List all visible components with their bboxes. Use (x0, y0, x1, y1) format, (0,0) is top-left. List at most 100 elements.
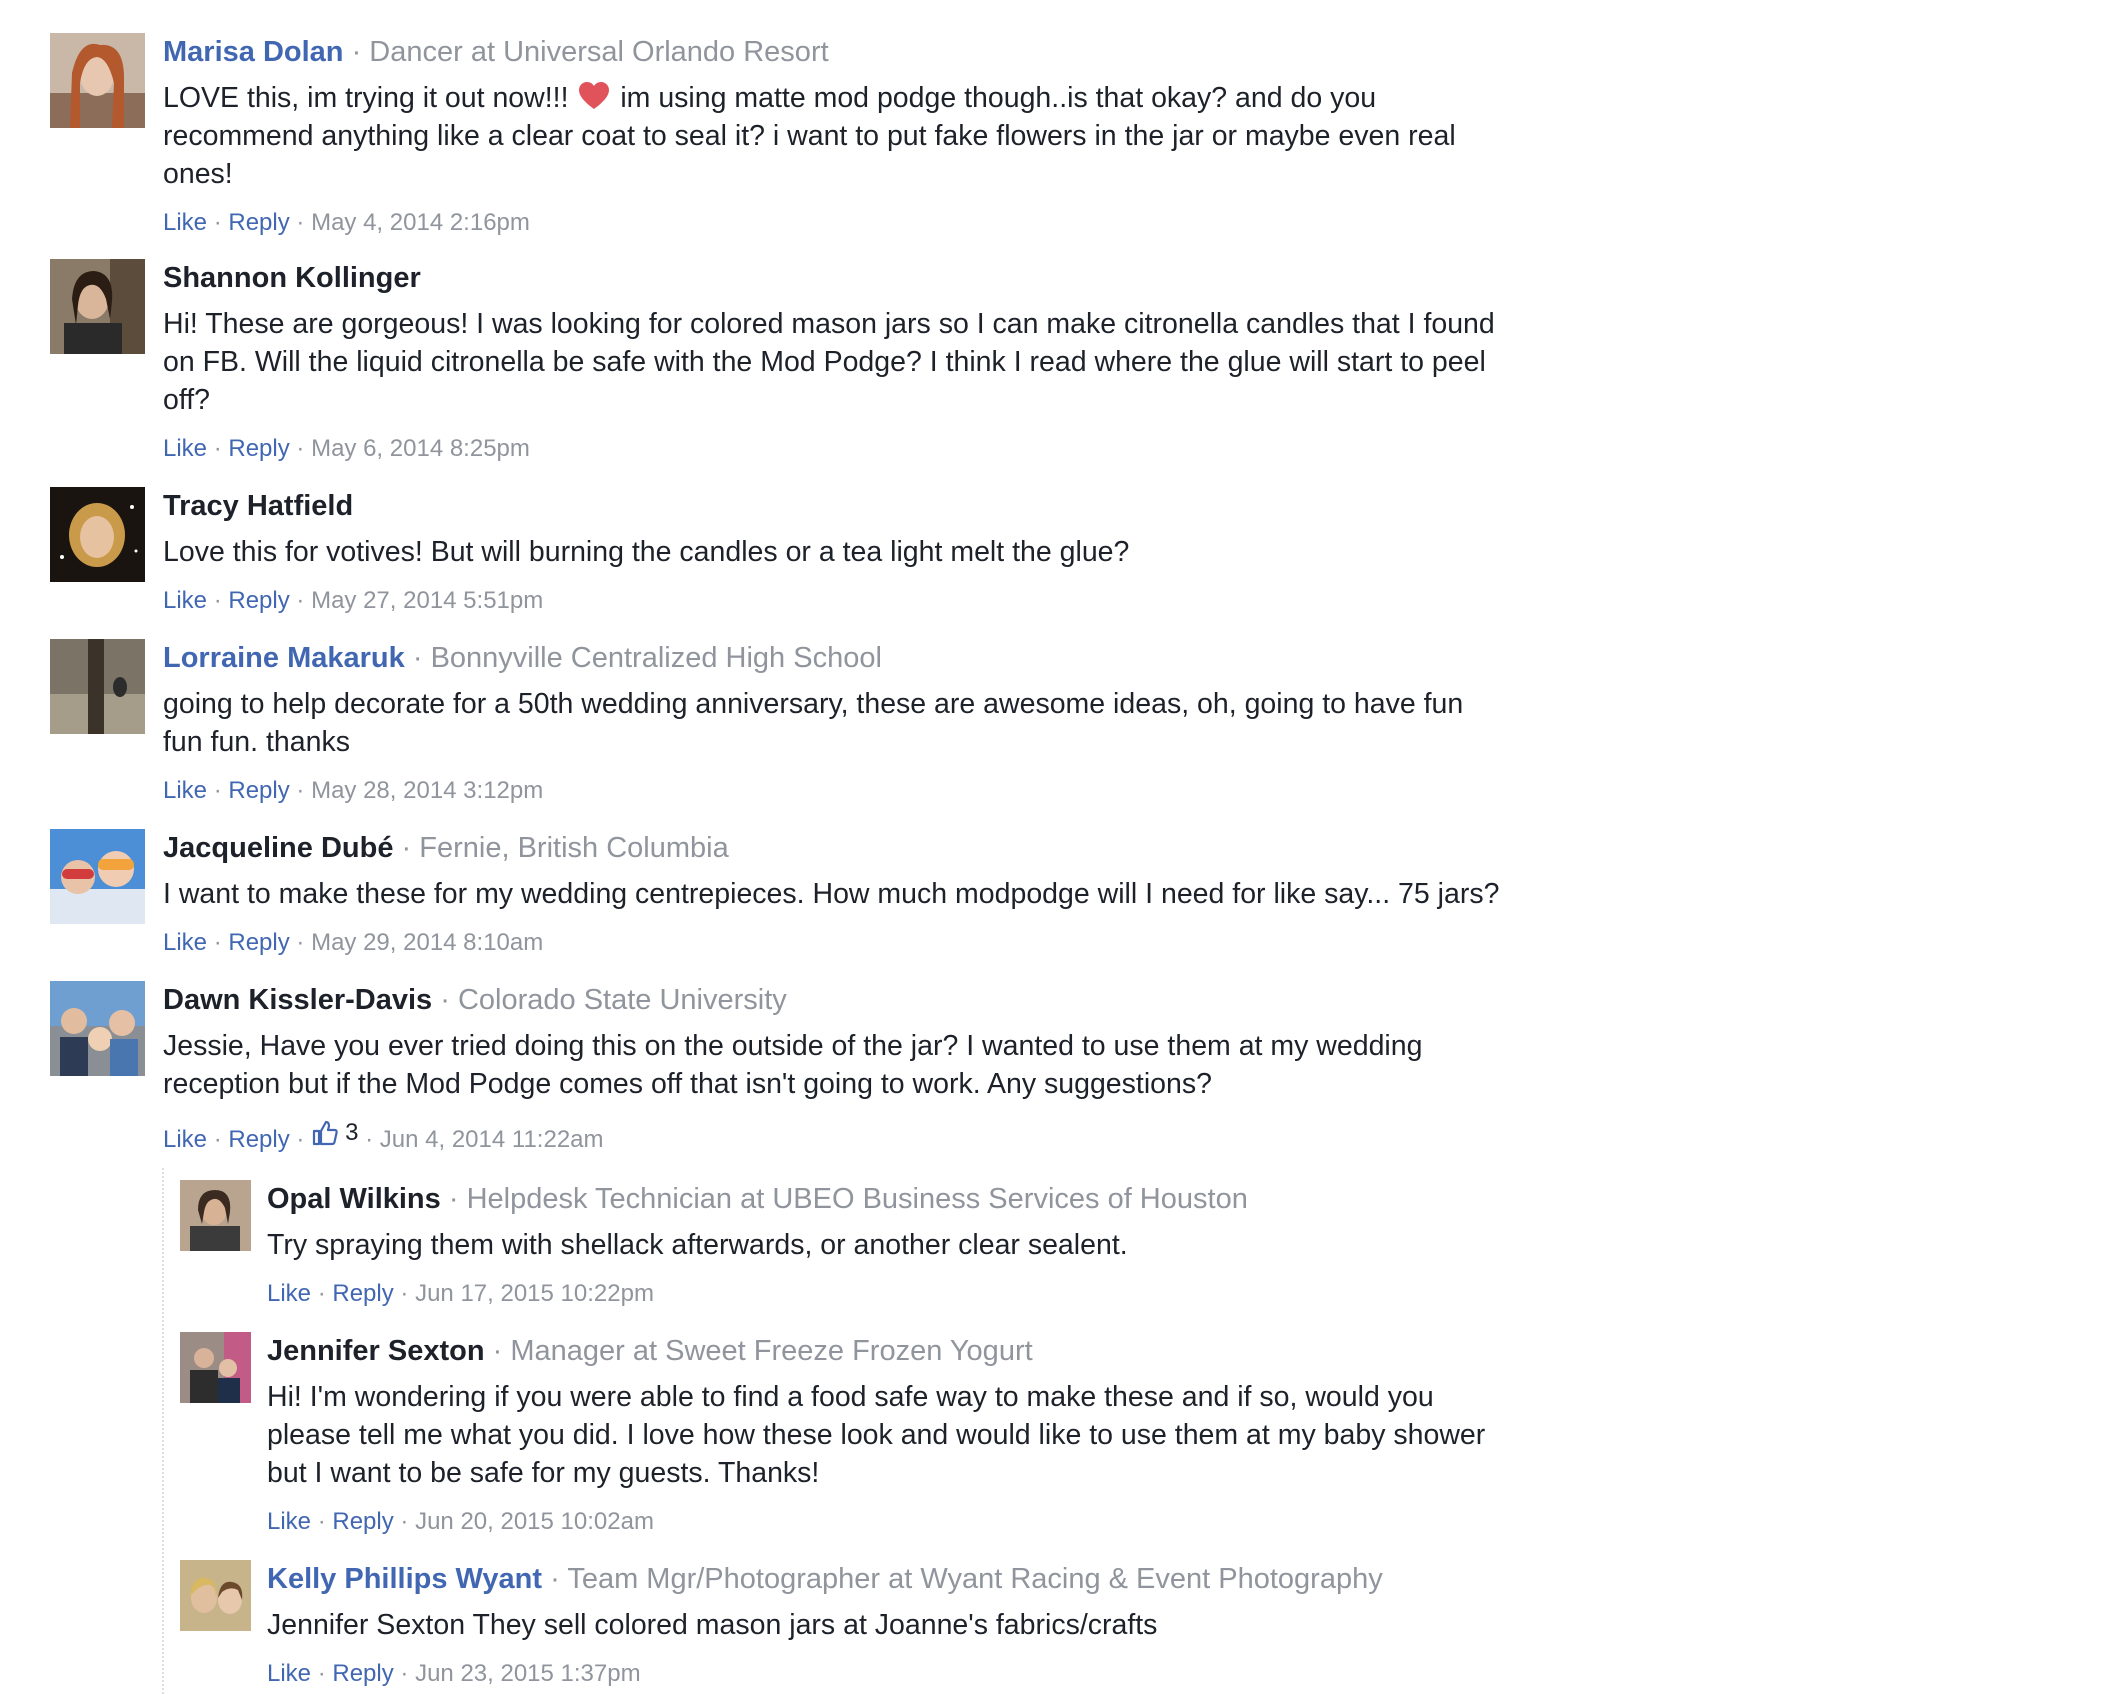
separator: · (317, 1280, 326, 1307)
avatar[interactable] (50, 639, 145, 734)
separator: · (296, 587, 305, 614)
commenter-name[interactable]: Opal Wilkins (267, 1183, 441, 1215)
comment-feed: Marisa Dolan · Dancer at Universal Orlan… (0, 0, 2108, 1694)
separator: · (213, 587, 222, 614)
avatar[interactable] (50, 33, 145, 128)
commenter-name[interactable]: Jacqueline Dubé (163, 832, 393, 864)
reply-button[interactable]: Reply (332, 1660, 393, 1687)
comment-actions: Like · Reply · May 28, 2014 3:12pm (163, 776, 1503, 806)
reply-button[interactable]: Reply (228, 209, 289, 236)
separator: · (296, 1126, 305, 1153)
timestamp[interactable]: May 29, 2014 8:10am (311, 929, 543, 956)
commenter-name[interactable]: Dawn Kissler-Davis (163, 984, 432, 1016)
commenter-name[interactable]: Jennifer Sexton (267, 1335, 485, 1367)
like-button[interactable]: Like (163, 587, 207, 614)
like-button[interactable]: Like (267, 1508, 311, 1535)
separator: · (213, 929, 222, 956)
separator: · (492, 1335, 503, 1367)
comment-actions: Like · Reply · Jun 20, 2015 10:02am (267, 1507, 1517, 1537)
separator: · (401, 832, 412, 864)
separator: · (213, 1126, 222, 1153)
separator: · (213, 777, 222, 804)
separator: · (400, 1508, 409, 1535)
thumbs-up-icon (312, 1120, 338, 1146)
commenter-name[interactable]: Lorraine Makaruk (163, 642, 405, 674)
timestamp[interactable]: Jun 4, 2014 11:22am (380, 1126, 604, 1153)
reply-button[interactable]: Reply (228, 587, 289, 614)
timestamp[interactable]: May 28, 2014 3:12pm (311, 777, 543, 804)
reply-thread-line (162, 1168, 164, 1694)
reply-button[interactable]: Reply (228, 929, 289, 956)
separator: · (296, 435, 305, 462)
like-button[interactable]: Like (267, 1280, 311, 1307)
comment-text-part: LOVE this, im trying it out now!!! (163, 82, 569, 114)
separator: · (317, 1508, 326, 1535)
commenter-subtitle: Helpdesk Technician at UBEO Business Ser… (466, 1183, 1248, 1215)
reply-button[interactable]: Reply (228, 1126, 289, 1153)
avatar[interactable] (50, 981, 145, 1076)
comment-actions: Like · Reply · May 6, 2014 8:25pm (163, 434, 1503, 464)
avatar[interactable] (180, 1332, 251, 1403)
separator: · (296, 209, 305, 236)
separator: · (448, 1183, 459, 1215)
like-button[interactable]: Like (163, 209, 207, 236)
timestamp[interactable]: May 6, 2014 8:25pm (311, 435, 530, 462)
timestamp[interactable]: Jun 17, 2015 10:22pm (415, 1280, 654, 1307)
comment-text: Hi! These are gorgeous! I was looking fo… (163, 308, 1495, 416)
comment-text: Try spraying them with shellack afterwar… (267, 1229, 1128, 1261)
timestamp[interactable]: May 4, 2014 2:16pm (311, 209, 530, 236)
comment-text: Jessie, Have you ever tried doing this o… (163, 1030, 1423, 1100)
comment-actions: Like · Reply · 3 · Jun 4, 2014 11:22am (163, 1118, 1503, 1155)
separator: · (351, 36, 362, 68)
timestamp[interactable]: Jun 20, 2015 10:02am (415, 1508, 654, 1535)
like-button[interactable]: Like (163, 929, 207, 956)
comment-actions: Like · Reply · May 29, 2014 8:10am (163, 928, 1563, 958)
reply-button[interactable]: Reply (332, 1280, 393, 1307)
comment-text: I want to make these for my wedding cent… (163, 878, 1500, 910)
like-button[interactable]: Like (163, 435, 207, 462)
separator: · (365, 1126, 374, 1153)
separator: · (296, 777, 305, 804)
commenter-name[interactable]: Kelly Phillips Wyant (267, 1563, 542, 1595)
comment-text: going to help decorate for a 50th weddin… (163, 688, 1464, 758)
timestamp[interactable]: May 27, 2014 5:51pm (311, 587, 543, 614)
separator: · (213, 435, 222, 462)
commenter-subtitle: Colorado State University (457, 984, 787, 1016)
separator: · (412, 642, 423, 674)
commenter-subtitle: Team Mgr/Photographer at Wyant Racing & … (567, 1563, 1383, 1595)
comment-text: Jennifer Sexton They sell colored mason … (267, 1609, 1158, 1641)
like-button[interactable]: Like (267, 1660, 311, 1687)
comment-actions: Like · Reply · May 27, 2014 5:51pm (163, 586, 1503, 616)
comment-actions: Like · Reply · Jun 23, 2015 1:37pm (267, 1659, 1517, 1689)
avatar[interactable] (180, 1180, 251, 1251)
commenter-subtitle: Dancer at Universal Orlando Resort (369, 36, 829, 68)
separator: · (550, 1563, 560, 1595)
commenter-name[interactable]: Marisa Dolan (163, 36, 344, 68)
separator: · (400, 1660, 409, 1687)
commenter-name[interactable]: Tracy Hatfield (163, 490, 353, 522)
reply-button[interactable]: Reply (228, 435, 289, 462)
like-button[interactable]: Like (163, 777, 207, 804)
comment-text: LOVE this, im trying it out now!!! im us… (163, 79, 1503, 193)
like-count-value: 3 (345, 1119, 359, 1146)
commenter-name[interactable]: Shannon Kollinger (163, 262, 421, 294)
avatar[interactable] (180, 1560, 251, 1631)
separator: · (296, 929, 305, 956)
avatar[interactable] (50, 829, 145, 924)
separator: · (213, 209, 222, 236)
commenter-subtitle: Fernie, British Columbia (419, 832, 729, 864)
comment-actions: Like · Reply · Jun 17, 2015 10:22pm (267, 1279, 1517, 1309)
separator: · (440, 984, 450, 1016)
like-count[interactable]: 3 (311, 1118, 358, 1148)
avatar[interactable] (50, 487, 145, 582)
commenter-subtitle: Bonnyville Centralized High School (430, 642, 882, 674)
avatar[interactable] (50, 259, 145, 354)
reply-button[interactable]: Reply (332, 1508, 393, 1535)
comment-text: Hi! I'm wondering if you were able to fi… (267, 1381, 1486, 1489)
commenter-subtitle: Manager at Sweet Freeze Frozen Yogurt (510, 1335, 1033, 1367)
timestamp[interactable]: Jun 23, 2015 1:37pm (415, 1660, 641, 1687)
comment-text: Love this for votives! But will burning … (163, 536, 1130, 568)
like-button[interactable]: Like (163, 1126, 207, 1153)
heart-emoji-icon (578, 81, 610, 111)
reply-button[interactable]: Reply (228, 777, 289, 804)
